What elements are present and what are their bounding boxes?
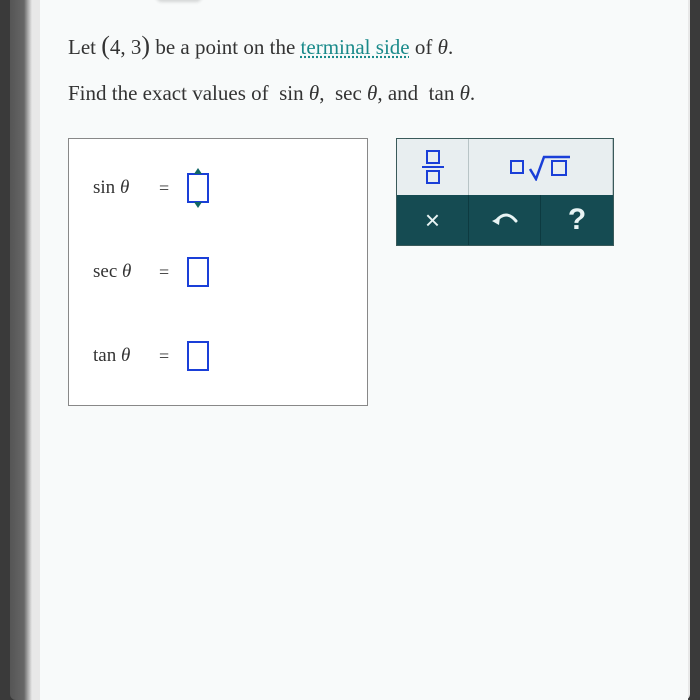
problem-statement: Let (4, 3) be a point on the terminal si… [68,20,660,114]
text: be a point on the [150,35,300,59]
label: sin θ [93,177,141,199]
equals: = [159,346,169,367]
answer-input-sec[interactable] [187,257,209,287]
answer-row-sec: sec θ = [93,257,343,287]
find-instruction: Find the exact values of sin θ, sec θ, a… [68,81,475,105]
clear-button[interactable]: × [397,195,469,245]
math-toolbox: × ? [396,138,614,246]
fraction-button[interactable] [397,139,469,195]
equals: = [159,178,169,199]
answer-row-tan: tan θ = [93,341,343,371]
x-icon: × [425,205,440,236]
text: of θ. [410,35,454,59]
question-icon: ? [568,203,586,237]
answer-box: sin θ = sec θ = tan θ = [68,138,368,406]
answer-input-tan[interactable] [187,341,209,371]
problem-content: Let (4, 3) be a point on the terminal si… [40,0,688,426]
fraction-icon [422,150,444,184]
answer-row-sin: sin θ = [93,173,343,203]
label: sec θ [93,261,141,283]
sqrt-icon [510,153,572,181]
text: Let [68,35,101,59]
answer-input-sin[interactable] [187,173,209,203]
equals: = [159,262,169,283]
label: tan θ [93,345,141,367]
sqrt-button[interactable] [469,139,613,195]
terminal-side-link[interactable]: terminal side [301,35,410,59]
help-button[interactable]: ? [541,195,613,245]
undo-icon [490,211,520,229]
undo-button[interactable] [469,195,541,245]
